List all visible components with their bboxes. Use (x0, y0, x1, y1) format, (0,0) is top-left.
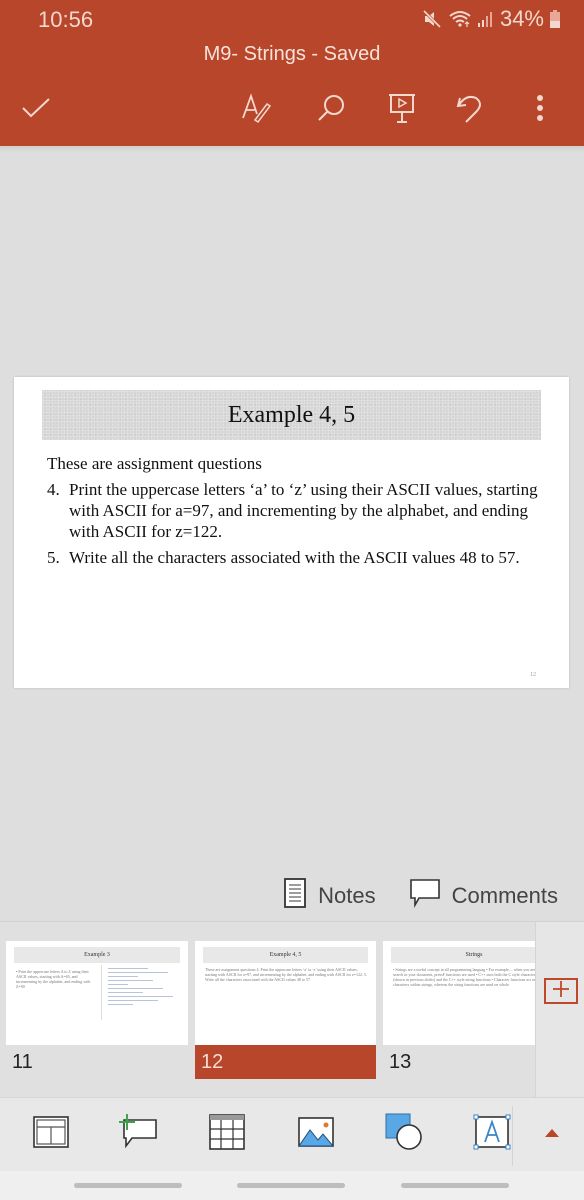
system-navigation-bar (0, 1171, 584, 1200)
app-header: 10:56 34% M9- Strings - Saved (0, 0, 584, 146)
nav-home-button[interactable] (237, 1183, 345, 1188)
comment-icon (409, 878, 440, 914)
notes-button[interactable]: Notes (284, 878, 376, 914)
header-shadow (0, 146, 584, 152)
table-button[interactable] (205, 1112, 249, 1156)
picture-icon (298, 1116, 335, 1152)
thumbnail-preview: Example 3 • Print the uppercase letters … (6, 941, 188, 1045)
text-box-button[interactable] (470, 1112, 514, 1156)
question-number: 5. (47, 548, 60, 567)
notes-comments-bar: Notes Comments (284, 878, 558, 914)
slide-thumbnail-strip[interactable]: Example 3 • Print the uppercase letters … (0, 921, 584, 1098)
slide-page-number: 12 (530, 672, 536, 678)
thumbnail-text: These are assignment questions 4. Print … (205, 967, 368, 982)
mute-icon (422, 9, 442, 29)
comments-button[interactable]: Comments (409, 878, 558, 914)
top-toolbar (0, 88, 584, 132)
slide-intro: These are assignment questions (47, 454, 262, 473)
slide-thumbnail-13[interactable]: Strings • Strings are a useful concept i… (383, 941, 535, 1081)
notes-icon (284, 878, 307, 914)
slide-question: 5. Write all the characters associated w… (47, 547, 547, 568)
status-time: 10:56 (38, 7, 94, 32)
layout-icon (33, 1115, 69, 1153)
shapes-button[interactable] (382, 1112, 426, 1156)
thumbnail-preview: Example 4, 5 These are assignment questi… (195, 941, 376, 1045)
undo-button[interactable] (450, 88, 490, 132)
checkmark-icon (21, 97, 51, 124)
toolbar-divider (512, 1106, 513, 1166)
question-text: Write all the characters associated with… (69, 548, 520, 567)
done-button[interactable] (16, 88, 56, 132)
present-icon (388, 92, 416, 129)
undo-icon (456, 92, 484, 129)
slide-question-list: 4. Print the uppercase letters ‘a’ to ‘z… (47, 479, 547, 568)
insert-toolbar (0, 1097, 584, 1171)
thumbnail-text: • Print the uppercase letters A to Z usi… (16, 969, 91, 989)
thumbnail-preview: Strings • Strings are a useful concept i… (383, 941, 535, 1045)
draw-pen-icon (241, 92, 272, 129)
question-number: 4. (47, 480, 60, 499)
add-slide-button[interactable] (544, 978, 578, 1004)
nav-recent-button[interactable] (74, 1183, 182, 1188)
caret-up-icon (544, 1125, 560, 1143)
draw-button[interactable] (236, 88, 276, 132)
shapes-icon (385, 1113, 423, 1156)
search-icon (317, 93, 347, 128)
thumbnail-title: Strings (391, 947, 535, 963)
picture-button[interactable] (294, 1112, 338, 1156)
text-box-icon (473, 1114, 511, 1155)
search-button[interactable] (312, 88, 352, 132)
document-title: M9- Strings - Saved (203, 43, 381, 65)
more-vertical-icon (535, 94, 545, 127)
thumbnail-number: 12 (195, 1045, 376, 1079)
thumbnail-code-image (101, 965, 181, 1020)
nav-back-button[interactable] (401, 1183, 509, 1188)
slide-title-band: Example 4, 5 (42, 390, 541, 440)
wifi-icon (448, 9, 472, 29)
slide-title: Example 4, 5 (227, 401, 356, 428)
comments-label: Comments (451, 883, 558, 908)
current-slide[interactable]: Example 4, 5 These are assignment questi… (14, 377, 569, 688)
thumbnail-number: 11 (12, 1051, 33, 1073)
battery-icon (550, 10, 560, 28)
battery-percent: 34% (499, 6, 544, 31)
notes-label: Notes (318, 883, 376, 908)
table-icon (209, 1113, 245, 1155)
question-text: Print the uppercase letters ‘a’ to ‘z’ u… (69, 480, 538, 541)
plus-icon (552, 980, 570, 1003)
status-icons: 34% (422, 6, 560, 32)
thumbnail-side-panel (535, 922, 584, 1098)
present-button[interactable] (382, 88, 422, 132)
add-comment-icon (118, 1113, 158, 1155)
thumbnail-text: • Strings are a useful concept in all pr… (393, 967, 535, 987)
slide-question: 4. Print the uppercase letters ‘a’ to ‘z… (47, 479, 547, 542)
new-comment-button[interactable] (116, 1112, 160, 1156)
layout-button[interactable] (29, 1112, 73, 1156)
thumbnail-title: Example 3 (14, 947, 180, 963)
thumbnail-title: Example 4, 5 (203, 947, 368, 963)
more-options-button[interactable] (520, 88, 560, 132)
signal-icon (477, 10, 494, 28)
expand-toolbar-button[interactable] (530, 1112, 574, 1156)
slide-body: These are assignment questions 4. Print … (47, 453, 547, 573)
thumbnail-number: 13 (389, 1051, 412, 1073)
